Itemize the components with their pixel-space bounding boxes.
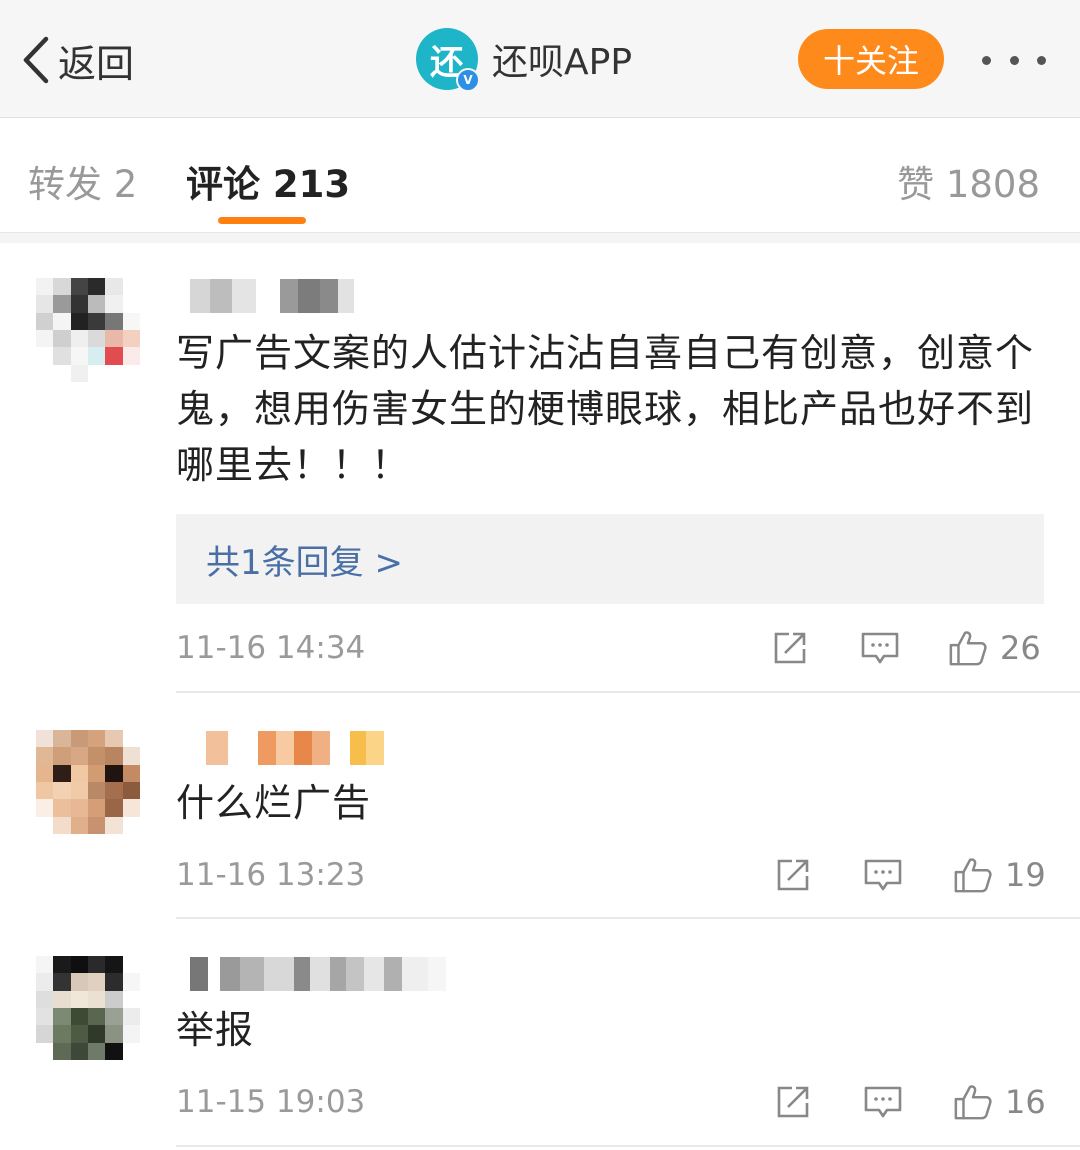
chevron-left-icon xyxy=(20,35,50,85)
comment-text: 举报 xyxy=(176,1008,255,1052)
comment-timestamp: 11-16 14:34 xyxy=(176,630,366,666)
like-count: 26 xyxy=(1000,629,1041,667)
top-navigation-bar: 返回 还 V 还呗APP 十关注 xyxy=(0,0,1080,118)
comment-timestamp: 11-15 19:03 xyxy=(176,1084,366,1120)
reply-comment-icon[interactable] xyxy=(863,855,903,895)
username-blurred[interactable] xyxy=(190,957,446,991)
comment-actions: 19 xyxy=(773,855,1046,895)
like-thumb-icon[interactable] xyxy=(953,855,993,895)
tab-reposts[interactable]: 转发 2 xyxy=(28,154,137,208)
reply-comment-icon[interactable] xyxy=(863,1082,903,1122)
follow-button[interactable]: 十关注 xyxy=(798,29,944,89)
avatar[interactable] xyxy=(36,278,140,382)
tab-comments[interactable]: 评论 213 xyxy=(186,154,350,208)
back-label: 返回 xyxy=(58,41,135,86)
reply-comment-icon[interactable] xyxy=(860,628,900,668)
account-name[interactable]: 还呗APP xyxy=(492,33,632,85)
comment-text: 写广告文案的人估计沾沾自喜自己有创意，创意个鬼，想用伤害女生的梗博眼球，相比产品… xyxy=(176,331,1035,487)
share-icon[interactable] xyxy=(773,1082,813,1122)
section-divider xyxy=(0,232,1080,243)
row-divider xyxy=(176,1145,1080,1147)
comment-text: 什么烂广告 xyxy=(176,781,372,825)
like-thumb-icon[interactable] xyxy=(953,1082,993,1122)
comment-actions: 26 xyxy=(770,628,1041,668)
verified-badge-icon: V xyxy=(456,68,480,92)
account-header[interactable]: 还 V 还呗APP xyxy=(416,28,632,92)
tab-bar: 转发 2 评论 213 赞 1808 xyxy=(0,118,1080,232)
tab-likes[interactable]: 赞 1808 xyxy=(897,154,1040,208)
more-options-icon[interactable] xyxy=(982,50,1046,70)
view-replies-link[interactable]: 共1条回复 > xyxy=(176,514,1044,604)
comment-actions: 16 xyxy=(773,1082,1046,1122)
active-tab-indicator xyxy=(218,217,306,224)
like-count: 16 xyxy=(1005,1083,1046,1121)
username-blurred[interactable] xyxy=(190,731,384,765)
like-thumb-icon[interactable] xyxy=(948,628,988,668)
avatar[interactable] xyxy=(36,730,140,834)
back-button[interactable]: 返回 xyxy=(20,34,134,86)
username-blurred[interactable] xyxy=(190,279,354,313)
share-icon[interactable] xyxy=(770,628,810,668)
row-divider xyxy=(176,917,1080,919)
comment-timestamp: 11-16 13:23 xyxy=(176,857,366,893)
avatar[interactable] xyxy=(36,956,140,1060)
like-count: 19 xyxy=(1005,856,1046,894)
share-icon[interactable] xyxy=(773,855,813,895)
row-divider xyxy=(176,691,1080,693)
account-logo[interactable]: 还 V xyxy=(416,28,480,92)
